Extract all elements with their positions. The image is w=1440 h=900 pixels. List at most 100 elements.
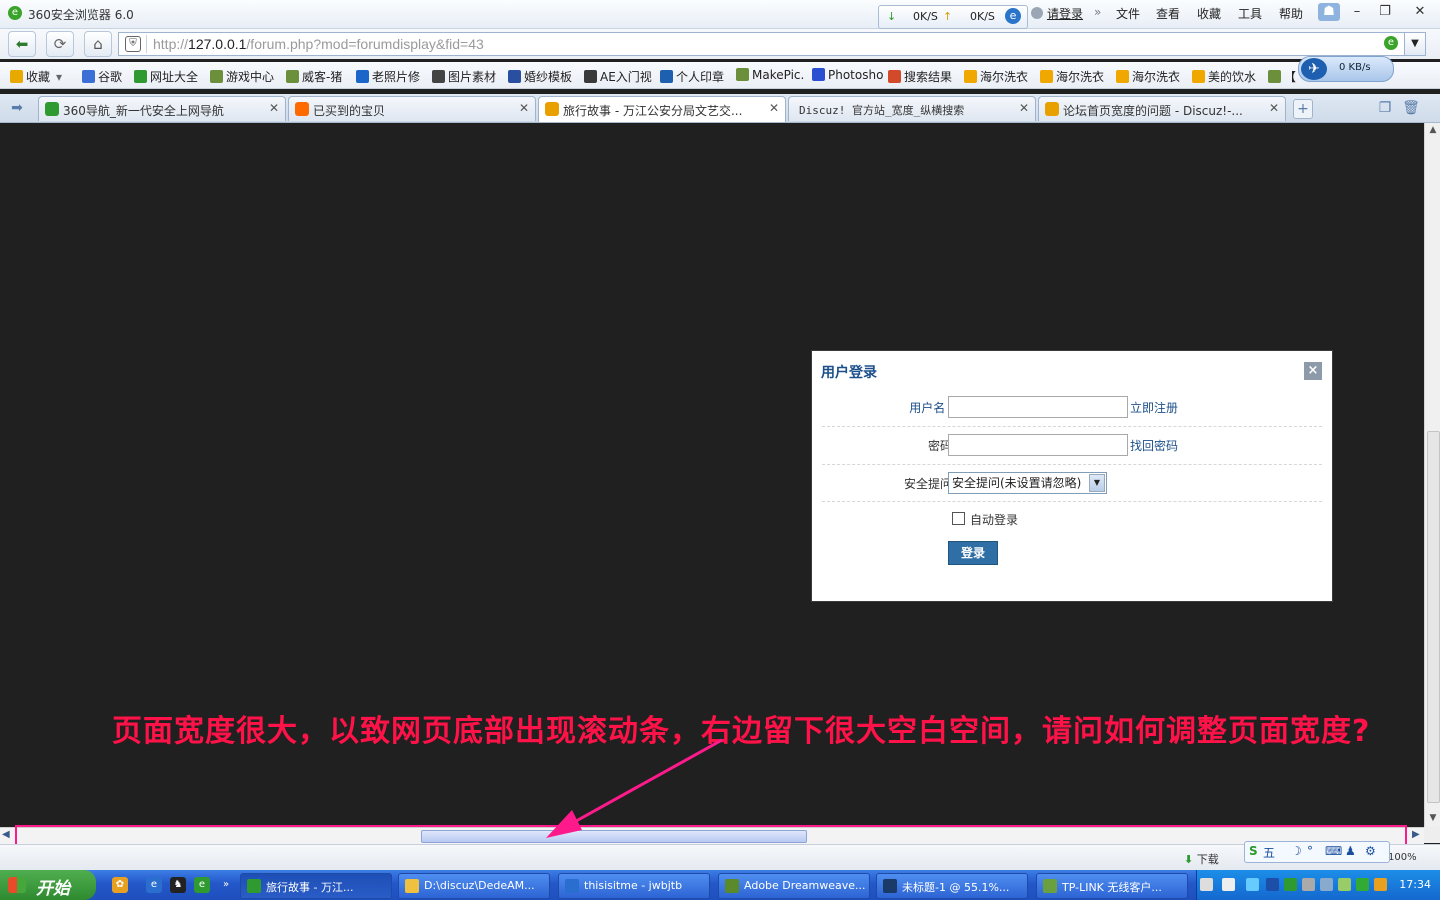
restore-tab-icon[interactable]: ❐ (1376, 99, 1394, 117)
sidebar-toggle-icon[interactable]: ➡ (8, 99, 26, 117)
taskbar-task[interactable]: TP-LINK 无线客户... (1036, 873, 1188, 899)
tab-close-icon[interactable]: ✕ (769, 101, 779, 115)
scroll-right-icon[interactable]: ▶ (1412, 829, 1424, 840)
menu-tools[interactable]: 工具 (1238, 5, 1262, 22)
tab-close-icon[interactable]: ✕ (1269, 101, 1279, 115)
download-status[interactable]: ⬇ 下载 (1184, 851, 1219, 867)
scroll-left-icon[interactable]: ◀ (2, 829, 14, 840)
tab-label: 旅行故事 - 万江公安分局文艺交... (563, 104, 743, 118)
ie-mode-icon[interactable]: e (1005, 8, 1021, 24)
refresh-button[interactable]: ⟳ (46, 31, 74, 57)
quicklaunch-more-icon[interactable]: » (218, 877, 234, 893)
taskbar-task[interactable]: Adobe Dreamweave... (718, 873, 870, 899)
bookmark-item[interactable]: 网址大全 (134, 68, 198, 85)
menu-help[interactable]: 帮助 (1279, 5, 1303, 22)
speed-meter[interactable]: ↓ 0K/S ↑ 0K/S e (878, 5, 1028, 29)
chevron-down-icon[interactable]: ▼ (1089, 474, 1105, 492)
password-input[interactable] (948, 434, 1128, 456)
forgot-password-link[interactable]: 找回密码 (1130, 437, 1178, 454)
back-button[interactable]: ⬅ (8, 31, 36, 57)
register-link[interactable]: 立即注册 (1130, 399, 1178, 416)
tab[interactable]: 论坛首页宽度的问题 - Discuz!-... ✕ (1038, 96, 1286, 121)
home-button[interactable]: ⌂ (84, 31, 112, 57)
minimize-button[interactable]: – (1346, 3, 1368, 21)
tab[interactable]: Discuz! 官方站_宽度_纵横搜索 ✕ (788, 96, 1036, 121)
taskbar-task[interactable]: D:\discuz\DedeAM... (398, 873, 550, 899)
skin-icon[interactable]: ☗ (1318, 3, 1340, 21)
taskbar-task[interactable]: thisisitme - jwbjtb (558, 873, 710, 899)
menu-expand-icon[interactable]: » (1094, 5, 1101, 19)
bookmark-item[interactable]: 威客-猪 (286, 68, 342, 85)
arrow-left-tray-icon[interactable] (1266, 878, 1279, 891)
username-input[interactable] (948, 396, 1128, 418)
wifi-signal-tray-icon[interactable] (1338, 878, 1351, 891)
close-window-button[interactable]: ✕ (1409, 3, 1431, 21)
user-icon: ♟ (1345, 844, 1356, 858)
bookmark-item[interactable]: 老照片修 (356, 68, 420, 85)
bookmark-item[interactable]: 谷歌 (82, 68, 122, 85)
bookmark-item[interactable]: MakePic. (736, 68, 804, 82)
address-bar[interactable]: ⛨ http://127.0.0.1/forum.php?mod=forumdi… (118, 32, 1405, 56)
auto-login-checkbox[interactable] (952, 512, 965, 525)
restore-button[interactable]: ❐ (1374, 3, 1396, 21)
taskbar-task[interactable]: 旅行故事 - 万江... (240, 873, 392, 899)
bookmark-item[interactable]: 搜索结果 (888, 68, 952, 85)
quicklaunch-ie-icon[interactable]: e (146, 877, 162, 893)
bookmark-item[interactable]: 个人印章 (660, 68, 724, 85)
browser-mode-icon[interactable]: e (1384, 36, 1398, 50)
security-question-select[interactable]: 安全提问(未设置请忽略) ▼ (948, 472, 1107, 494)
taskbar-task[interactable]: 未标题-1 @ 55.1%... (876, 873, 1028, 899)
address-dropdown-button[interactable]: ▼ (1404, 32, 1426, 56)
bookmark-item[interactable]: 海尔洗衣 (964, 68, 1028, 85)
ime-toolbar[interactable]: S 五 ☽ ° ⌨ ♟ ⚙ (1244, 841, 1390, 863)
zoom-level[interactable]: 100% (1388, 852, 1417, 863)
dialog-close-button[interactable]: × (1304, 362, 1322, 380)
quicklaunch-qq-icon[interactable]: ♞ (170, 877, 186, 893)
tab[interactable]: 旅行故事 - 万江公安分局文艺交... ✕ (538, 96, 786, 122)
shield-tray-icon[interactable] (1356, 878, 1369, 891)
network-tray-icon[interactable] (1246, 878, 1259, 891)
bookmark-item[interactable]: 海尔洗衣 (1040, 68, 1104, 85)
volume-tray-icon[interactable] (1302, 878, 1315, 891)
address-divider (146, 35, 147, 53)
menu-file[interactable]: 文件 (1116, 5, 1140, 22)
bookmark-item[interactable]: 海尔洗衣 (1116, 68, 1180, 85)
bookmark-item[interactable]: 【 (1268, 68, 1296, 85)
wrench-icon: ⚙ (1365, 844, 1376, 858)
login-link[interactable]: 请登录 (1047, 5, 1083, 22)
trash-icon[interactable]: 🗑 (1402, 99, 1420, 117)
bookmark-item[interactable]: 图片素材 (432, 68, 496, 85)
help-tray-icon[interactable] (1222, 878, 1235, 891)
scroll-down-icon[interactable]: ▼ (1427, 813, 1439, 825)
vertical-scroll-thumb[interactable] (1427, 431, 1440, 803)
start-button[interactable]: 开始 (0, 870, 96, 900)
clock[interactable]: 17:34 (1399, 878, 1431, 891)
tab[interactable]: 已买到的宝贝 ✕ (288, 96, 536, 121)
tab-close-icon[interactable]: ✕ (519, 101, 529, 115)
bookmark-item[interactable]: 收藏 ▾ (10, 68, 62, 85)
bookmark-item[interactable]: Photosho (812, 68, 883, 82)
login-submit-button[interactable]: 登录 (948, 541, 998, 565)
tab-close-icon[interactable]: ✕ (269, 101, 279, 115)
floating-speed-widget[interactable]: ✈ 0 KB/s (1298, 56, 1394, 82)
vertical-scrollbar[interactable]: ▲ ▼ (1424, 123, 1440, 827)
tab-close-icon[interactable]: ✕ (1019, 101, 1029, 115)
tab[interactable]: 360导航_新一代安全上网导航 ✕ (38, 96, 286, 121)
quicklaunch-360-icon[interactable]: e (194, 877, 210, 893)
display-tray-icon[interactable] (1320, 878, 1333, 891)
scroll-up-icon[interactable]: ▲ (1427, 125, 1439, 137)
bookmark-item[interactable]: AE入门视 (584, 68, 652, 85)
bookmark-item[interactable]: 婚纱模板 (508, 68, 572, 85)
quicklaunch-app-icon[interactable]: ✿ (112, 877, 128, 893)
menu-favorites[interactable]: 收藏 (1197, 5, 1221, 22)
new-tab-button[interactable]: + (1293, 99, 1313, 119)
app-tray-icon[interactable] (1374, 878, 1387, 891)
bookmark-item[interactable]: 游戏中心 (210, 68, 274, 85)
bookmark-label: 美的饮水 (1208, 70, 1257, 84)
360-tray-icon[interactable] (1284, 878, 1297, 891)
address-url[interactable]: http://127.0.0.1/forum.php?mod=forumdisp… (153, 36, 484, 52)
keyboard-tray-icon[interactable] (1200, 878, 1213, 891)
chevron-down-icon[interactable]: ▾ (56, 70, 62, 84)
menu-view[interactable]: 查看 (1156, 5, 1180, 22)
bookmark-item[interactable]: 美的饮水 (1192, 68, 1256, 85)
